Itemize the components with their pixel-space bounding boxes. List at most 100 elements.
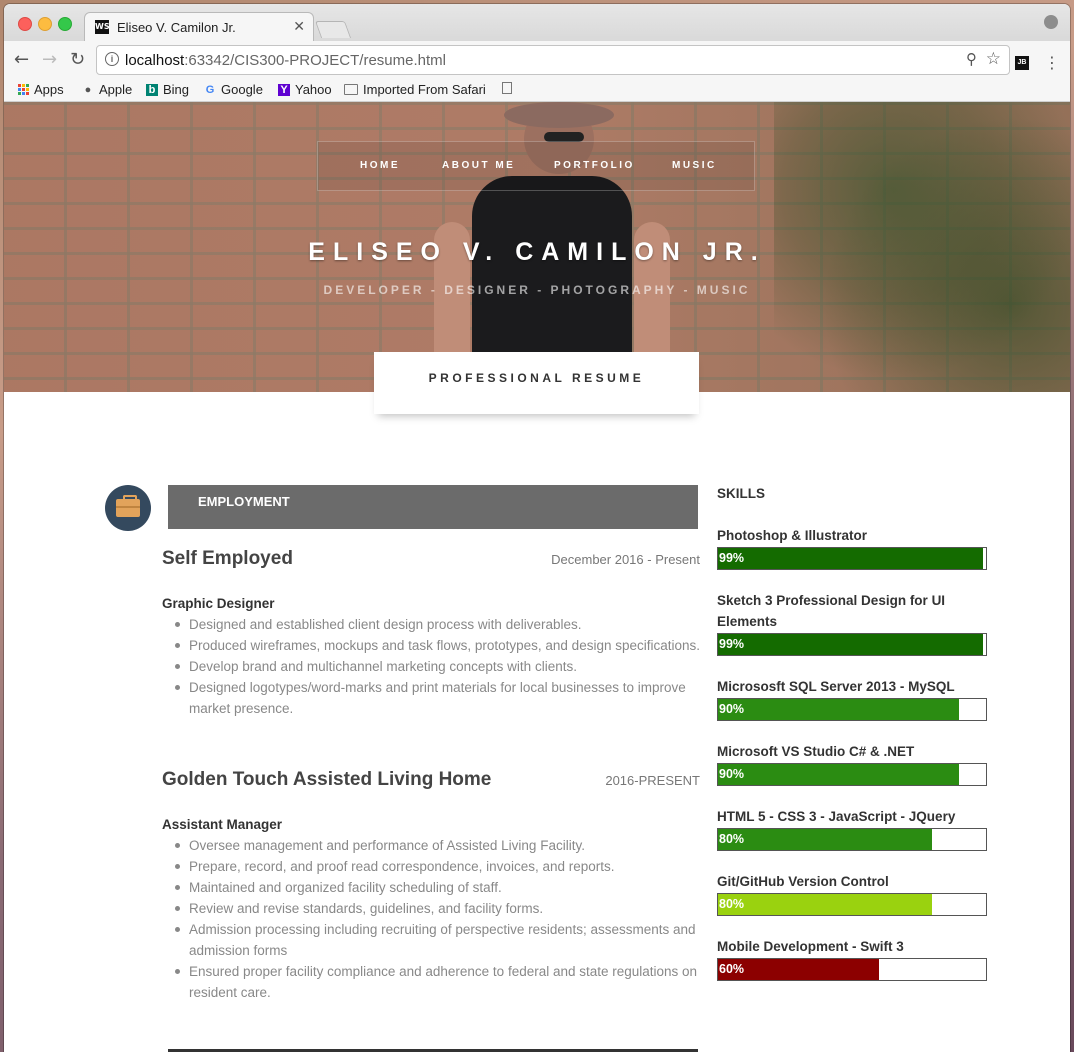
skill-percent: 90% xyxy=(719,767,745,781)
nav-music[interactable]: MUSIC xyxy=(672,160,717,171)
bookmark-label: Imported From Safari xyxy=(363,82,486,97)
hero-banner: HOME ABOUT ME PORTFOLIO MUSIC ELISEO V. … xyxy=(4,102,1070,392)
skill-bar: 60% xyxy=(717,958,987,981)
skill-percent: 60% xyxy=(719,962,745,976)
bookmarks-bar: Apps ● Apple b Bing G Google Y Yahoo Imp… xyxy=(4,79,1070,102)
skill-bar: 99% xyxy=(717,547,987,570)
skill-name: Sketch 3 Professional Design for UI Elem… xyxy=(717,593,946,629)
zoom-icon[interactable]: ⚲ xyxy=(966,50,977,68)
skill-name: HTML 5 - CSS 3 - JavaScript - JQuery xyxy=(717,809,956,824)
skill-name: Micrososft SQL Server 2013 - MySQL xyxy=(717,679,955,694)
folder-icon xyxy=(344,84,358,95)
nav-portfolio[interactable]: PORTFOLIO xyxy=(554,160,635,171)
duty-item: Oversee management and performance of As… xyxy=(175,835,719,856)
google-icon: G xyxy=(205,83,215,96)
skill-name: Photoshop & Illustrator xyxy=(717,528,867,543)
bookmark-apps[interactable]: Apps xyxy=(18,82,64,97)
skill-percent: 99% xyxy=(719,637,745,651)
duty-item: Admission processing including recruitin… xyxy=(175,919,719,961)
new-tab-button[interactable] xyxy=(314,21,352,38)
skill-name: Mobile Development - Swift 3 xyxy=(717,939,904,954)
duty-item: Review and revise standards, guidelines,… xyxy=(175,898,719,919)
forward-arrow-icon[interactable]: → xyxy=(42,49,57,70)
job-duties: Oversee management and performance of As… xyxy=(162,835,719,1003)
duty-item: Ensured proper facility compliance and a… xyxy=(175,961,719,1003)
briefcase-icon xyxy=(105,485,151,531)
bing-icon: b xyxy=(146,83,158,96)
bookmark-star-icon[interactable]: ☆ xyxy=(986,49,1001,69)
reload-icon[interactable]: ↻ xyxy=(70,49,85,70)
zoom-window-button[interactable] xyxy=(58,17,72,31)
tab-close-icon[interactable]: ✕ xyxy=(293,18,305,35)
skill-name: Microsoft VS Studio C# & .NET xyxy=(717,744,915,759)
nav-home[interactable]: HOME xyxy=(360,160,400,171)
bookmark-page[interactable] xyxy=(502,82,512,94)
job-date: 2016-PRESENT xyxy=(605,773,700,788)
skill-bar-fill xyxy=(718,764,960,785)
employment-banner: EMPLOYMENT xyxy=(168,485,698,529)
duty-item: Develop brand and multichannel marketing… xyxy=(175,656,719,677)
browser-window: WS Eliseo V. Camilon Jr. ✕ ← → ↻ i local… xyxy=(4,4,1070,1052)
job-date: December 2016 - Present xyxy=(551,552,700,567)
bookmark-label: Apple xyxy=(99,82,133,97)
hero-title: ELISEO V. CAMILON JR. xyxy=(308,238,766,266)
employment-heading: EMPLOYMENT xyxy=(198,494,290,509)
nav-about-me[interactable]: ABOUT ME xyxy=(442,160,515,171)
skill-bar: 80% xyxy=(717,893,987,916)
duty-item: Designed logotypes/word-marks and print … xyxy=(175,677,719,719)
more-menu-icon[interactable]: ⋮ xyxy=(1044,53,1060,72)
bookmark-bing[interactable]: b Bing xyxy=(146,82,189,97)
resume-page: HOME ABOUT ME PORTFOLIO MUSIC ELISEO V. … xyxy=(4,102,1070,1052)
duty-item: Prepare, record, and proof read correspo… xyxy=(175,856,719,877)
tab-strip: WS Eliseo V. Camilon Jr. ✕ xyxy=(4,4,1070,42)
webstorm-favicon-icon: WS xyxy=(95,20,110,34)
skill-percent: 80% xyxy=(719,832,745,846)
yahoo-icon: Y xyxy=(278,83,290,96)
duty-item: Produced wireframes, mockups and task fl… xyxy=(175,635,719,656)
skill-bar-fill xyxy=(718,699,960,720)
url-host: localhost xyxy=(125,52,185,69)
address-bar[interactable]: i localhost:63342/CIS300-PROJECT/resume.… xyxy=(96,45,1010,75)
skill-percent: 99% xyxy=(719,551,745,565)
job-company: Golden Touch Assisted Living Home xyxy=(162,769,492,790)
job-role: Graphic Designer xyxy=(162,596,275,611)
skill-percent: 80% xyxy=(719,897,745,911)
profile-icon[interactable] xyxy=(1044,15,1058,29)
apple-icon: ● xyxy=(84,83,92,96)
browser-tab[interactable]: WS Eliseo V. Camilon Jr. ✕ xyxy=(84,12,314,42)
skills-heading: SKILLS xyxy=(717,486,766,501)
resume-tab-label: PROFESSIONAL RESUME xyxy=(428,371,645,385)
skill-bar-fill xyxy=(718,634,984,655)
bookmark-apple[interactable]: ● Apple xyxy=(82,82,133,97)
skill-bar: 90% xyxy=(717,763,987,786)
site-info-icon[interactable]: i xyxy=(105,52,119,66)
skill-percent: 90% xyxy=(719,702,745,716)
bookmark-imported-folder[interactable]: Imported From Safari xyxy=(344,82,486,97)
skill-bar-fill xyxy=(718,829,933,850)
bookmark-yahoo[interactable]: Y Yahoo xyxy=(278,82,332,97)
skill-bar-fill xyxy=(718,894,933,915)
bookmark-label: Google xyxy=(221,82,263,97)
bookmark-google[interactable]: G Google xyxy=(204,82,263,97)
jetbrains-extension-icon[interactable]: JB xyxy=(1015,56,1029,70)
browser-toolbar: ← → ↻ i localhost:63342/CIS300-PROJECT/r… xyxy=(4,41,1070,79)
duty-item: Maintained and organized facility schedu… xyxy=(175,877,719,898)
skill-bar-fill xyxy=(718,548,984,569)
url-text[interactable]: localhost:63342/CIS300-PROJECT/resume.ht… xyxy=(125,52,446,69)
bookmark-label: Bing xyxy=(163,82,190,97)
job-duties: Designed and established client design p… xyxy=(162,614,719,719)
apps-grid-icon xyxy=(18,84,29,95)
close-window-button[interactable] xyxy=(18,17,32,31)
page-icon xyxy=(502,82,512,94)
skill-name: Git/GitHub Version Control xyxy=(717,874,889,889)
skill-bar: 80% xyxy=(717,828,987,851)
duty-item: Designed and established client design p… xyxy=(175,614,719,635)
bookmark-label: Apps xyxy=(34,82,64,97)
hero-subtitle: DEVELOPER - DESIGNER - PHOTOGRAPHY - MUS… xyxy=(323,283,751,297)
bookmark-label: Yahoo xyxy=(295,82,332,97)
back-arrow-icon[interactable]: ← xyxy=(14,49,29,70)
minimize-window-button[interactable] xyxy=(38,17,52,31)
skill-bar: 90% xyxy=(717,698,987,721)
job-company: Self Employed xyxy=(162,548,293,569)
skill-bar: 99% xyxy=(717,633,987,656)
